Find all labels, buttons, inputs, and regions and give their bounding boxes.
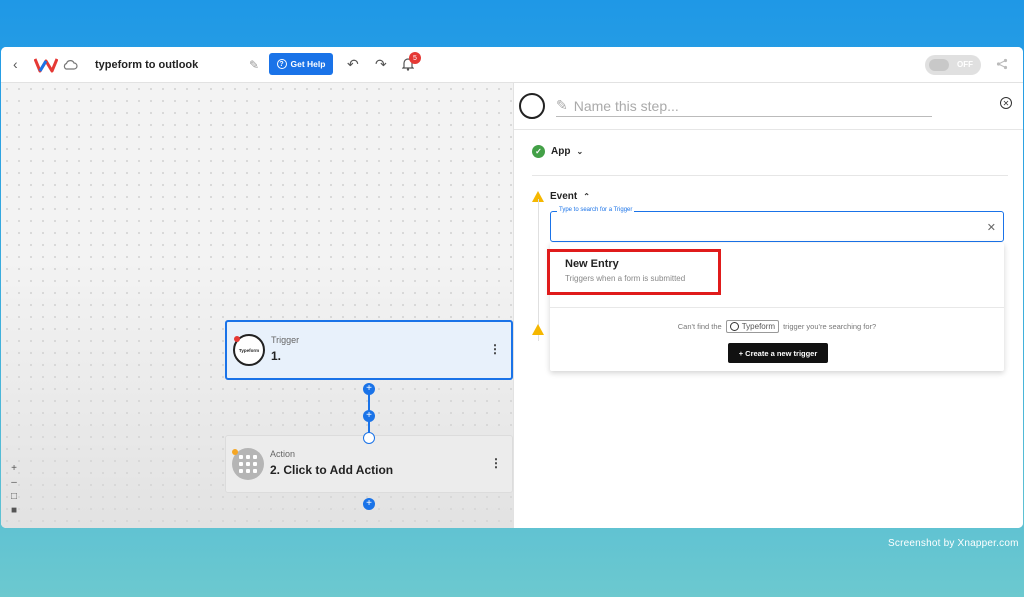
action-node-title: 2. Click to Add Action — [270, 463, 394, 477]
divider — [550, 307, 1004, 308]
workflow-title[interactable]: typeform to outlook — [95, 59, 198, 71]
cloud-sync-icon — [63, 60, 78, 70]
app-label: App — [551, 146, 571, 157]
brand-logo-icon — [34, 58, 58, 73]
apps-grid-icon — [232, 448, 264, 480]
chevron-down-icon: ⌄ — [576, 147, 584, 156]
check-icon: ✓ — [532, 145, 545, 158]
toggle-label: OFF — [957, 60, 973, 69]
warning-icon — [532, 324, 544, 335]
zoom-out-icon[interactable]: – — [11, 477, 17, 488]
step-name-input[interactable]: ✎ Name this step... — [556, 95, 932, 117]
edit-pencil-icon: ✎ — [556, 97, 568, 113]
trigger-search-field[interactable]: Type to search for a Trigger ✕ — [550, 207, 1004, 242]
trigger-option-new-entry[interactable]: New Entry Triggers when a form is submit… — [547, 249, 721, 295]
share-icon[interactable] — [996, 58, 1008, 70]
workflow-toggle[interactable]: OFF — [925, 55, 981, 75]
kebab-menu-icon[interactable]: ⋮ — [490, 456, 502, 470]
section-guide-line — [538, 199, 539, 341]
lock-icon[interactable]: ■ — [11, 505, 17, 516]
kebab-menu-icon[interactable]: ⋮ — [489, 342, 501, 356]
trigger-search-label: Type to search for a Trigger — [557, 207, 635, 213]
chevron-up-icon: ⌃ — [583, 192, 590, 201]
toggle-knob — [929, 59, 949, 71]
app-window: ‹ typeform to outlook ✎ ? Get Help ↶ ↷ 5… — [1, 47, 1023, 528]
trigger-node-type: Trigger — [271, 335, 300, 345]
trigger-node[interactable]: Typeform Trigger 1. ⋮ — [225, 320, 513, 380]
step-name-placeholder: Name this step... — [573, 97, 679, 114]
status-dot — [234, 336, 240, 342]
event-section-header[interactable]: Event ⌃ — [532, 191, 590, 202]
edit-pencil-icon[interactable]: ✎ — [249, 58, 259, 72]
watermark: Screenshot by Xnapper.com — [888, 538, 1019, 549]
step-config-panel: ✎ Name this step... ✕ ✓ App ⌄ Event ⌃ Ty… — [513, 83, 1023, 528]
clear-icon[interactable]: ✕ — [987, 221, 996, 234]
app-section-header[interactable]: ✓ App ⌄ — [532, 145, 583, 158]
add-step-plus-button[interactable]: + — [363, 410, 375, 422]
cant-find-suffix: trigger you're searching for? — [783, 322, 877, 331]
status-dot — [232, 449, 238, 455]
question-icon: ? — [276, 59, 287, 69]
undo-icon[interactable]: ↶ — [347, 56, 359, 73]
typeform-logo-icon — [729, 322, 739, 331]
event-label: Event — [550, 191, 578, 202]
zoom-controls: + – □ ■ — [7, 463, 21, 516]
trigger-search-input[interactable] — [559, 220, 979, 231]
divider — [532, 175, 1008, 176]
typeform-logo-icon: Typeform — [233, 334, 265, 366]
create-trigger-button[interactable]: + Create a new trigger — [728, 343, 828, 363]
cant-find-prefix: Can't find the — [677, 322, 722, 331]
trigger-dropdown: New Entry Triggers when a form is submit… — [547, 243, 1004, 371]
divider — [514, 129, 1023, 130]
connector-plus-button[interactable]: + — [363, 383, 375, 395]
action-section-warning — [532, 324, 544, 335]
cant-find-text: Can't find the Typeform trigger you're s… — [550, 320, 1004, 333]
redo-icon[interactable]: ↷ — [375, 56, 387, 73]
get-help-label: Get Help — [290, 59, 326, 69]
close-icon[interactable]: ✕ — [1000, 97, 1012, 109]
action-node-type: Action — [270, 449, 296, 459]
top-header: ‹ typeform to outlook ✎ ? Get Help ↶ ↷ 5… — [1, 47, 1023, 83]
trigger-icon-text: Typeform — [238, 347, 260, 353]
connector-endpoint — [363, 432, 375, 444]
trigger-node-title: 1. — [271, 349, 282, 363]
add-after-action-plus-button[interactable]: + — [363, 498, 375, 510]
typeform-chip-label: Typeform — [741, 322, 776, 331]
zoom-in-icon[interactable]: + — [11, 463, 17, 474]
option-title: New Entry — [565, 258, 619, 270]
option-description: Triggers when a form is submitted — [565, 274, 686, 283]
back-arrow-icon[interactable]: ‹ — [13, 56, 18, 72]
fit-view-icon[interactable]: □ — [11, 491, 17, 502]
typeform-logo-icon — [519, 93, 545, 119]
notification-badge: 5 — [409, 52, 421, 64]
typeform-chip: Typeform — [725, 320, 780, 333]
get-help-button[interactable]: ? Get Help — [269, 53, 333, 75]
workflow-canvas[interactable]: Typeform Trigger 1. ⋮ + + Action 2. Clic… — [1, 83, 513, 528]
